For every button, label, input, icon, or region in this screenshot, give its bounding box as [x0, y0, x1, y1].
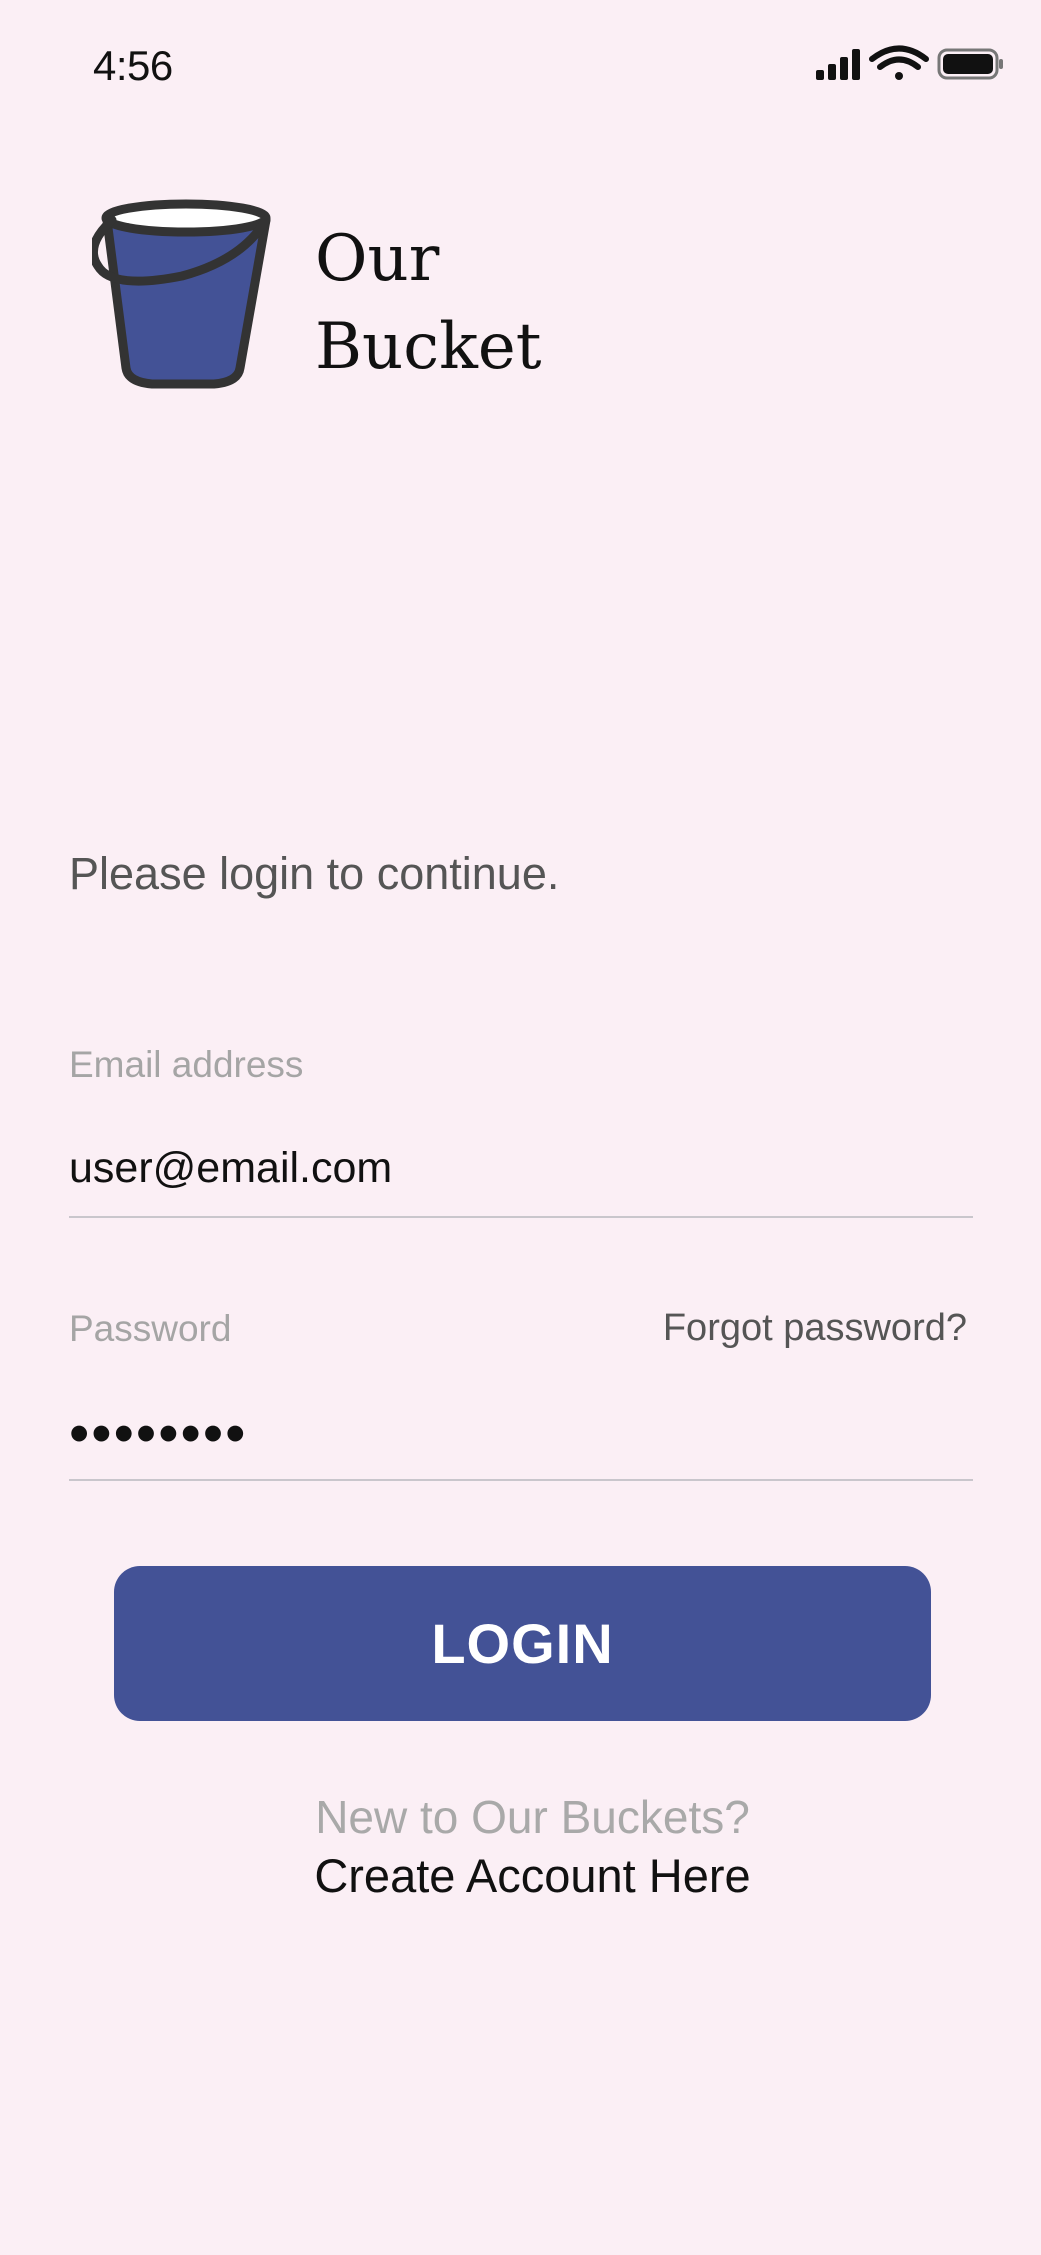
bucket-icon	[92, 199, 271, 389]
email-label: Email address	[69, 1044, 304, 1085]
login-prompt: Please login to continue.	[69, 848, 560, 899]
cellular-signal-icon	[816, 49, 860, 80]
password-underline	[69, 1479, 973, 1481]
status-icons	[816, 45, 1003, 80]
email-input[interactable]	[69, 1123, 972, 1213]
brand-name-line1: Our	[315, 222, 440, 296]
email-underline	[69, 1216, 973, 1218]
create-account-link[interactable]: Create Account Here	[0, 1848, 1041, 1903]
password-label: Password	[69, 1308, 232, 1349]
battery-icon	[937, 48, 1003, 80]
wifi-icon	[869, 45, 929, 80]
brand-name-line2: Bucket	[315, 310, 542, 384]
signup-prompt: New to Our Buckets?	[315, 1791, 750, 1843]
forgot-password-link[interactable]: Forgot password?	[663, 1307, 967, 1350]
status-time: 4:56	[93, 42, 173, 89]
login-button[interactable]: LOGIN	[114, 1566, 931, 1721]
password-input[interactable]	[69, 1388, 972, 1478]
brand-name: Our Bucket	[315, 215, 541, 391]
